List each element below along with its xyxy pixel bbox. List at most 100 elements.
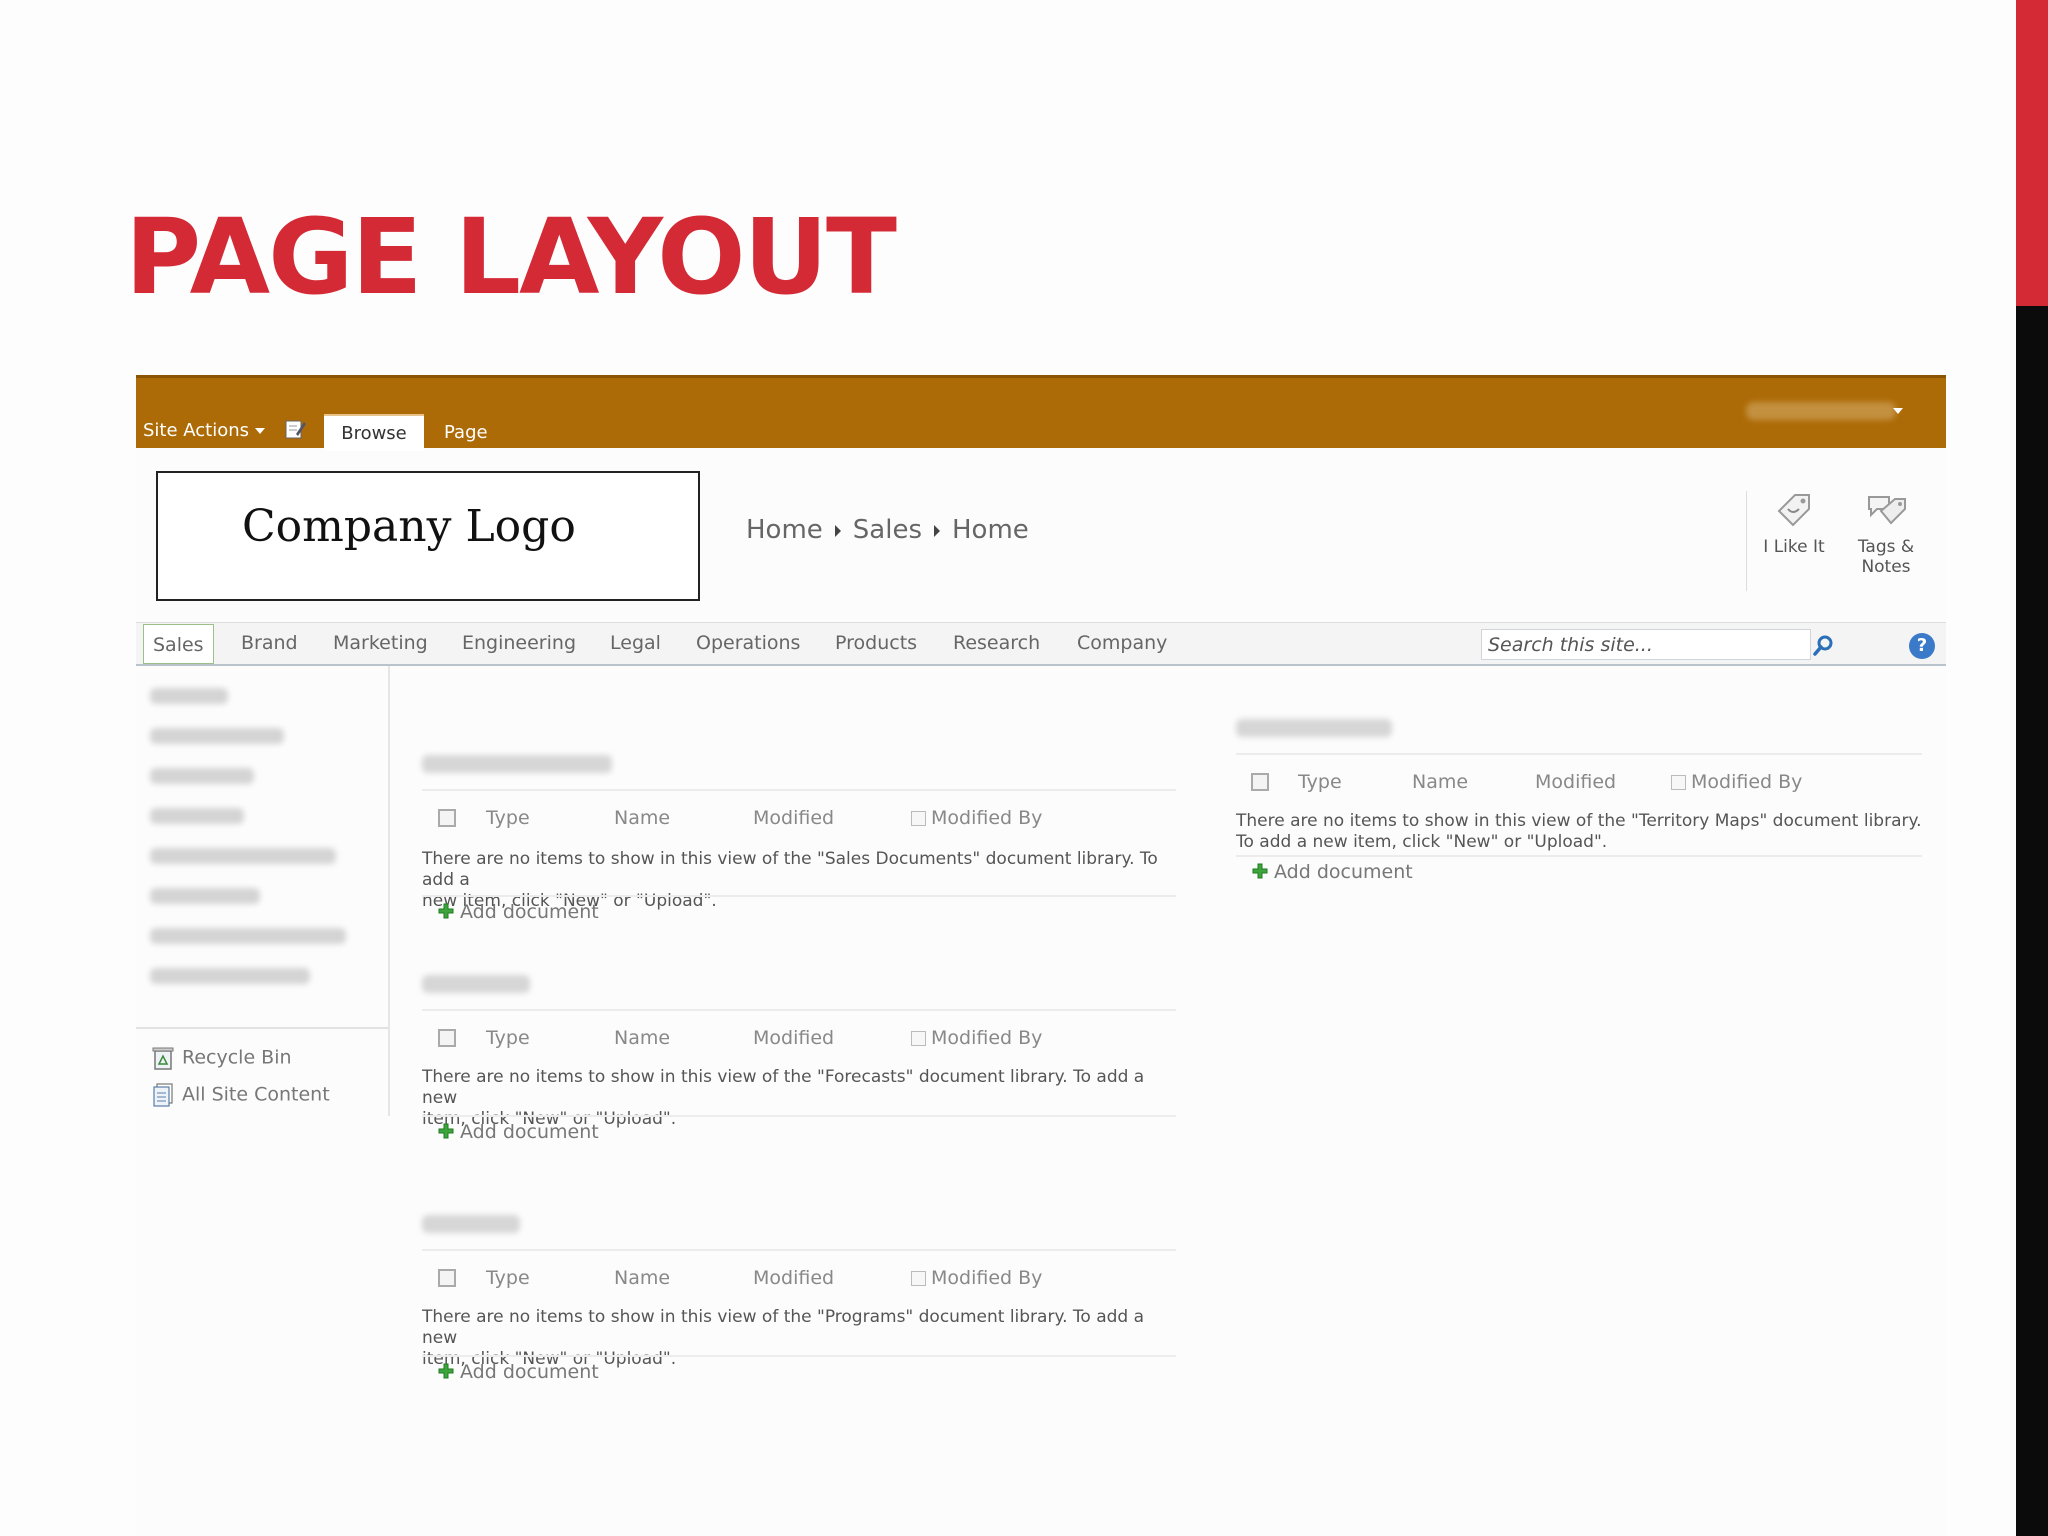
web-part-rule	[1236, 855, 1922, 857]
edit-page-icon[interactable]	[284, 418, 306, 440]
column-header-modified[interactable]: Modified	[753, 1267, 834, 1289]
add-plus-icon	[438, 903, 454, 919]
company-logo-text: Company Logo	[242, 501, 576, 552]
nav-item-products[interactable]: Products	[835, 623, 917, 665]
add-document-label: Add document	[460, 1121, 599, 1143]
recycle-bin-icon	[152, 1047, 174, 1070]
modified-by-checkbox[interactable]	[911, 1271, 926, 1286]
web-part-title-blurred[interactable]	[422, 975, 530, 993]
all-site-content-icon	[153, 1083, 173, 1107]
nav-item-engineering[interactable]: Engineering	[462, 623, 576, 665]
web-part-title-rule	[1236, 753, 1922, 755]
empty-message-line1: There are no items to show in this view …	[422, 1067, 1145, 1108]
i-like-it-label: I Like It	[1763, 537, 1825, 557]
column-header-name[interactable]: Name	[614, 807, 670, 829]
column-header-modified-by[interactable]: Modified By	[931, 807, 1042, 829]
web-part-sales-documents: Type Name Modified Modified By There are…	[422, 755, 1176, 935]
recycle-bin-link[interactable]: Recycle Bin	[152, 1046, 292, 1070]
search-icon[interactable]	[1810, 633, 1836, 659]
user-menu-blurred[interactable]	[1746, 402, 1896, 420]
column-header-name[interactable]: Name	[614, 1267, 670, 1289]
column-header-modified[interactable]: Modified	[1535, 771, 1616, 793]
quick-launch-link-blurred[interactable]	[150, 888, 260, 904]
tab-browse[interactable]: Browse	[324, 414, 424, 451]
add-document-label: Add document	[460, 1361, 599, 1383]
nav-item-brand[interactable]: Brand	[241, 623, 298, 665]
column-header-modified[interactable]: Modified	[753, 807, 834, 829]
web-part-title-blurred[interactable]	[422, 755, 612, 773]
column-header-modified-by[interactable]: Modified By	[1691, 771, 1802, 793]
social-divider	[1746, 491, 1747, 591]
column-header-modified-by[interactable]: Modified By	[931, 1027, 1042, 1049]
help-icon[interactable]: ?	[1909, 633, 1935, 659]
add-document-link[interactable]: Add document	[438, 1121, 599, 1143]
quick-launch: Recycle Bin All Site Content	[136, 666, 390, 1116]
search-box	[1481, 629, 1811, 660]
column-header-type[interactable]: Type	[486, 1267, 530, 1289]
web-part-programs: Type Name Modified Modified By There are…	[422, 1215, 1176, 1395]
web-part-rule	[422, 1115, 1176, 1117]
column-header-type[interactable]: Type	[486, 1027, 530, 1049]
nav-item-sales[interactable]: Sales	[143, 624, 214, 664]
site-actions-label: Site Actions	[143, 420, 250, 441]
tags-notes-label-line2: Notes	[1861, 557, 1911, 577]
breadcrumb-arrow-icon	[834, 524, 841, 537]
add-document-link[interactable]: Add document	[438, 1361, 599, 1383]
all-site-content-label: All Site Content	[182, 1083, 330, 1106]
select-all-checkbox[interactable]	[438, 1269, 456, 1287]
quick-launch-link-blurred[interactable]	[150, 968, 310, 984]
column-header-type[interactable]: Type	[486, 807, 530, 829]
quick-launch-link-blurred[interactable]	[150, 768, 254, 784]
sharepoint-screenshot: Site Actions Browse Page Company Logo Ho…	[136, 375, 1946, 1536]
add-document-link[interactable]: Add document	[438, 901, 599, 923]
tags-notes-button[interactable]: Tags & Notes	[1850, 489, 1922, 577]
breadcrumb: Home Sales Home	[746, 515, 1029, 545]
column-header-modified[interactable]: Modified	[753, 1027, 834, 1049]
web-part-title-blurred[interactable]	[1236, 719, 1392, 737]
web-part-rule	[422, 895, 1176, 897]
breadcrumb-arrow-icon	[933, 524, 940, 537]
slide-title: PAGE LAYOUT	[125, 196, 897, 318]
search-input[interactable]	[1482, 630, 1784, 659]
nav-item-legal[interactable]: Legal	[610, 623, 661, 665]
nav-item-company[interactable]: Company	[1077, 623, 1167, 665]
web-part-title-rule	[422, 789, 1176, 791]
add-plus-icon	[1252, 863, 1268, 879]
modified-by-checkbox[interactable]	[911, 811, 926, 826]
nav-item-research[interactable]: Research	[953, 623, 1040, 665]
company-logo-box[interactable]: Company Logo	[156, 471, 700, 601]
web-part-title-blurred[interactable]	[422, 1215, 520, 1233]
tab-page[interactable]: Page	[444, 422, 488, 443]
select-all-checkbox[interactable]	[438, 1029, 456, 1047]
quick-launch-link-blurred[interactable]	[150, 688, 228, 704]
quick-launch-link-blurred[interactable]	[150, 848, 336, 864]
nav-item-operations[interactable]: Operations	[696, 623, 800, 665]
site-actions-menu[interactable]: Site Actions	[143, 420, 266, 441]
nav-item-marketing[interactable]: Marketing	[333, 623, 428, 665]
quick-launch-link-blurred[interactable]	[150, 728, 284, 744]
breadcrumb-item-home[interactable]: Home	[746, 515, 823, 545]
empty-message-line1: There are no items to show in this view …	[422, 849, 1158, 890]
quick-launch-link-blurred[interactable]	[150, 808, 244, 824]
column-header-type[interactable]: Type	[1298, 771, 1342, 793]
all-site-content-link[interactable]: All Site Content	[152, 1083, 330, 1107]
column-header-name[interactable]: Name	[1412, 771, 1468, 793]
slide-accent-bar-red	[2016, 0, 2048, 306]
breadcrumb-item-sales[interactable]: Sales	[853, 515, 922, 545]
modified-by-checkbox[interactable]	[911, 1031, 926, 1046]
user-menu-chevron-icon[interactable]	[1893, 408, 1903, 414]
web-part-title-rule	[422, 1249, 1176, 1251]
web-part-forecasts: Type Name Modified Modified By There are…	[422, 975, 1176, 1155]
empty-message-line1: There are no items to show in this view …	[1236, 811, 1922, 831]
column-header-name[interactable]: Name	[614, 1027, 670, 1049]
modified-by-checkbox[interactable]	[1671, 775, 1686, 790]
add-document-link[interactable]: Add document	[1252, 861, 1413, 883]
slide-accent-bar-black	[2016, 306, 2048, 1536]
select-all-checkbox[interactable]	[1251, 773, 1269, 791]
i-like-it-button[interactable]: I Like It	[1758, 489, 1830, 557]
quick-launch-link-blurred[interactable]	[150, 928, 346, 944]
tags-notes-icon	[1868, 496, 1906, 525]
select-all-checkbox[interactable]	[438, 809, 456, 827]
top-navigation: Sales Brand Marketing Engineering Legal …	[136, 622, 1946, 666]
column-header-modified-by[interactable]: Modified By	[931, 1267, 1042, 1289]
